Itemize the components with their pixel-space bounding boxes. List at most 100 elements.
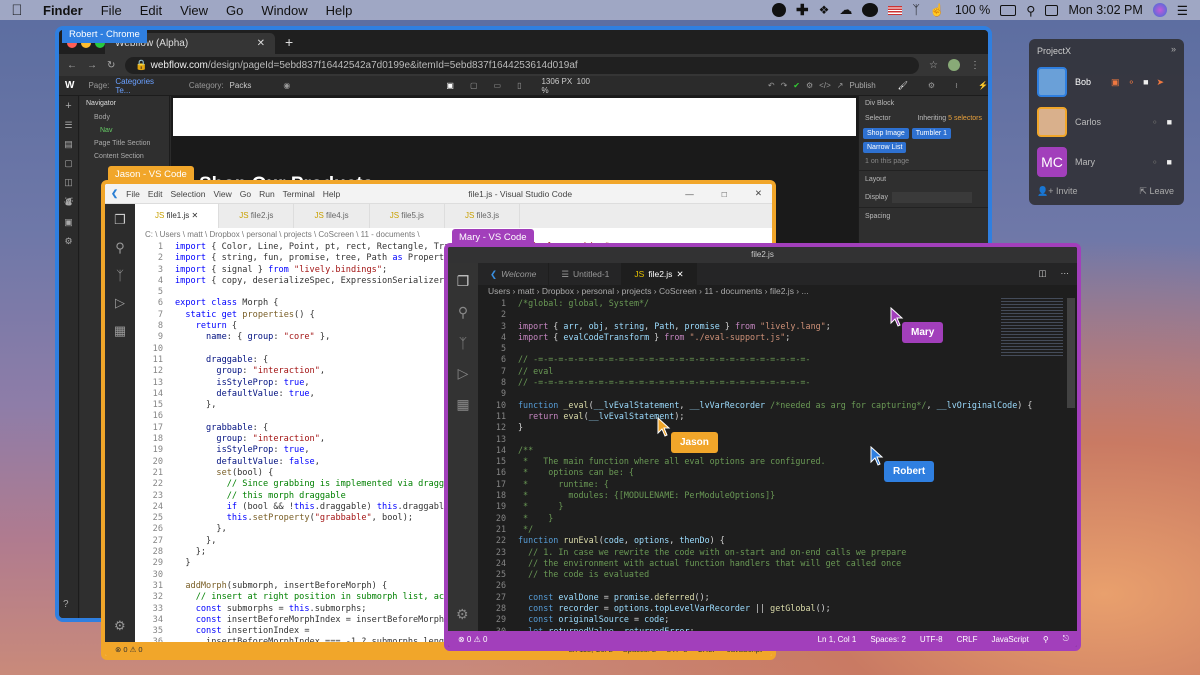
- manage-gear-icon[interactable]: ⚙: [456, 606, 469, 623]
- language-mode[interactable]: JavaScript: [991, 635, 1028, 644]
- redo-icon[interactable]: ↷: [781, 81, 788, 90]
- mary-code-editor[interactable]: 1/*global: global, System*/ 2 3 import { …: [478, 298, 1065, 636]
- symbols-icon[interactable]: ▢: [59, 158, 78, 169]
- lightning-icon[interactable]: ⚡: [978, 81, 988, 90]
- source-control-icon[interactable]: ᛉ: [448, 335, 478, 351]
- participant-bob[interactable]: Bob ▣ ⚬ ■ ➤: [1037, 65, 1177, 99]
- pages-icon[interactable]: ▤: [59, 139, 78, 150]
- tab-welcome[interactable]: ❮ Welcome: [478, 263, 550, 285]
- wifi-icon[interactable]: ☝: [930, 3, 945, 17]
- menu-help[interactable]: Help: [323, 189, 340, 199]
- search-icon[interactable]: ⚲: [105, 240, 135, 256]
- flag-icon[interactable]: [888, 5, 903, 15]
- nav-tree-content[interactable]: Content Section: [80, 150, 169, 163]
- tab-file4[interactable]: JS file4.js: [294, 204, 370, 228]
- back-icon[interactable]: ←: [67, 60, 77, 71]
- menu-window[interactable]: Window: [252, 3, 316, 18]
- cloud-icon[interactable]: ☁: [839, 2, 852, 18]
- mobile-breakpoint-icon[interactable]: ▯: [517, 81, 521, 90]
- maximize-icon[interactable]: □: [712, 189, 737, 199]
- webflow-logo-icon[interactable]: W: [65, 80, 74, 91]
- menu-app-name[interactable]: Finder: [34, 3, 92, 18]
- battery-icon[interactable]: [1000, 4, 1017, 16]
- apple-icon[interactable]: : [0, 2, 34, 19]
- menu-list-icon[interactable]: ☰: [1177, 3, 1188, 18]
- code-icon[interactable]: </>: [819, 81, 831, 90]
- medical-cross-icon[interactable]: ✚: [796, 1, 809, 19]
- assets-icon[interactable]: ▣: [59, 217, 78, 228]
- problems-count[interactable]: ⊗ 0 ⚠ 0: [115, 645, 143, 654]
- collapse-panel-icon[interactable]: »: [1171, 44, 1176, 54]
- reload-icon[interactable]: ↻: [107, 60, 115, 71]
- menu-file[interactable]: File: [92, 3, 131, 18]
- scrollbar[interactable]: [1067, 298, 1075, 408]
- split-editor-icon[interactable]: ◫: [1032, 263, 1052, 285]
- tab-file3[interactable]: JS file3.js: [445, 204, 521, 228]
- clock[interactable]: Mon 3:02 PM: [1068, 3, 1142, 17]
- close-tab-icon[interactable]: ✕: [257, 38, 265, 49]
- minimize-icon[interactable]: —: [675, 189, 704, 199]
- element-settings-icon[interactable]: ⚙: [928, 81, 935, 90]
- cms-icon[interactable]: ◫: [59, 177, 78, 188]
- tab-file1[interactable]: JS file1.js ✕: [135, 204, 220, 228]
- export-icon[interactable]: ↗: [837, 81, 844, 90]
- nav-tree-page-title[interactable]: Page Title Section: [80, 137, 169, 150]
- help-icon[interactable]: ?: [63, 599, 69, 610]
- live-share-icon[interactable]: ⚲: [1043, 635, 1049, 644]
- menu-terminal[interactable]: Terminal: [283, 189, 315, 199]
- canvas-white-block[interactable]: [173, 98, 856, 136]
- bob-mic-icon[interactable]: ⚬: [1128, 77, 1136, 88]
- carlos-mic-icon[interactable]: ⚬: [1151, 117, 1159, 128]
- tablet-breakpoint-icon[interactable]: ▢: [470, 81, 478, 90]
- settings-icon[interactable]: ⚙: [806, 81, 813, 90]
- more-actions-icon[interactable]: ⋯: [1053, 263, 1078, 285]
- dropbox-icon[interactable]: ❖: [819, 3, 830, 17]
- nav-tree-nav[interactable]: Nav: [80, 124, 169, 137]
- carlos-camera-icon[interactable]: ■: [1167, 117, 1172, 127]
- new-tab-icon[interactable]: +: [281, 34, 297, 54]
- minimap[interactable]: [1001, 298, 1063, 358]
- menu-view[interactable]: View: [213, 189, 231, 199]
- explorer-icon[interactable]: ❐: [448, 273, 478, 290]
- tab-file5[interactable]: JS file5.js: [370, 204, 445, 228]
- bob-camera-icon[interactable]: ■: [1143, 77, 1148, 87]
- run-debug-icon[interactable]: ▷: [448, 365, 478, 382]
- manage-gear-icon[interactable]: ⚙: [114, 618, 126, 634]
- landscape-breakpoint-icon[interactable]: ▭: [494, 81, 502, 90]
- layout-section[interactable]: Layout: [859, 170, 988, 188]
- source-control-icon[interactable]: ᛉ: [105, 268, 135, 283]
- encoding[interactable]: UTF-8: [920, 635, 943, 644]
- chip-shop-image[interactable]: Shop Image: [863, 128, 909, 139]
- profile-avatar[interactable]: [948, 59, 960, 71]
- display-options[interactable]: [891, 192, 972, 203]
- nav-tree-body[interactable]: Body: [80, 111, 169, 124]
- chip-narrow-list[interactable]: Narrow List: [863, 142, 907, 153]
- mary-mic-icon[interactable]: ⚬: [1151, 157, 1159, 168]
- publish-button[interactable]: Publish: [849, 81, 875, 90]
- cursor-position[interactable]: Ln 1, Col 1: [818, 635, 857, 644]
- category-select[interactable]: Packs: [230, 81, 278, 90]
- mary-camera-icon[interactable]: ■: [1167, 157, 1172, 167]
- desktop-breakpoint-icon[interactable]: ▣: [446, 81, 454, 90]
- menu-edit[interactable]: Edit: [131, 3, 171, 18]
- site-settings-icon[interactable]: ⚙: [59, 236, 78, 247]
- chrome-menu-icon[interactable]: ⋮: [970, 60, 980, 71]
- menu-go[interactable]: Go: [217, 3, 252, 18]
- search-icon[interactable]: ⚲: [448, 304, 478, 321]
- extensions-icon[interactable]: ▦: [105, 323, 135, 339]
- mary-breadcrumb[interactable]: Users › matt › Dropbox › personal › proj…: [488, 286, 809, 296]
- undo-icon[interactable]: ↶: [768, 81, 775, 90]
- line-ending[interactable]: CRLF: [957, 635, 978, 644]
- close-icon[interactable]: ✕: [745, 188, 772, 199]
- tab-untitled[interactable]: ☰ Untitled-1: [549, 263, 623, 285]
- menu-view[interactable]: View: [171, 3, 217, 18]
- participant-mary[interactable]: MC Mary ⚬ ■: [1037, 145, 1177, 179]
- menu-file[interactable]: File: [126, 189, 140, 199]
- menu-go[interactable]: Go: [240, 189, 251, 199]
- bluetooth-icon[interactable]: ᛉ: [912, 3, 920, 17]
- notifications-bell-icon[interactable]: ⎋: [1063, 634, 1069, 644]
- search-icon[interactable]: ⚲: [1026, 3, 1035, 18]
- chip-tumbler[interactable]: Tumbler 1: [911, 128, 952, 139]
- page-select[interactable]: Categories Te...: [115, 77, 169, 95]
- tab-file2[interactable]: JS file2.js: [219, 204, 295, 228]
